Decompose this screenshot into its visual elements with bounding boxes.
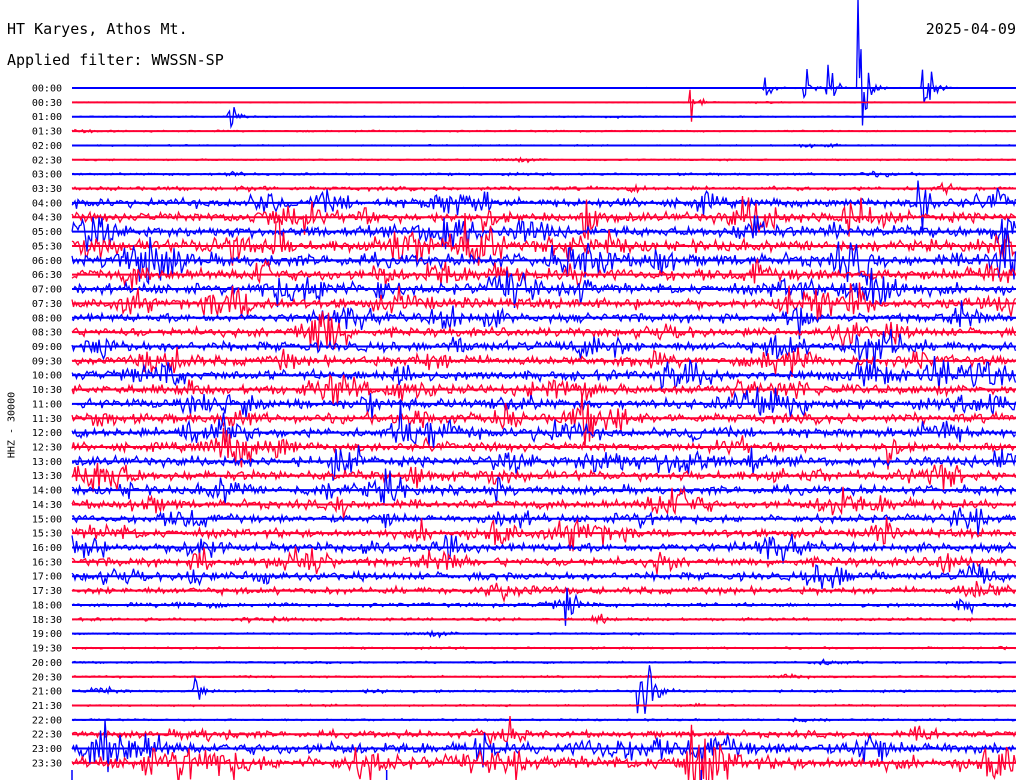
row-time-label: 22:00 xyxy=(32,715,62,726)
trace-row-1930 xyxy=(71,645,1016,651)
trace-row-0230 xyxy=(71,156,1016,164)
row-time-label: 21:30 xyxy=(32,701,62,712)
row-time-label: 02:00 xyxy=(32,141,62,152)
row-time-label: 00:00 xyxy=(32,84,62,95)
row-time-label: 15:30 xyxy=(32,529,62,540)
row-time-label: 00:30 xyxy=(32,98,62,109)
row-time-label: 08:30 xyxy=(32,328,62,339)
row-time-label: 22:30 xyxy=(32,730,62,741)
row-time-label: 01:00 xyxy=(32,112,62,123)
row-time-label: 02:30 xyxy=(32,155,62,166)
trace-row-1630 xyxy=(71,546,1017,575)
row-time-label: 17:30 xyxy=(32,586,62,597)
trace-row-2200 xyxy=(71,717,1016,723)
row-time-label: 10:30 xyxy=(32,385,62,396)
row-time-label: 15:00 xyxy=(32,514,62,525)
row-time-label: 09:30 xyxy=(32,356,62,367)
row-time-label: 11:00 xyxy=(32,399,62,410)
row-time-label: 19:00 xyxy=(32,629,62,640)
row-time-label: 05:00 xyxy=(32,227,62,238)
row-time-label: 20:30 xyxy=(32,672,62,683)
row-time-label: 18:00 xyxy=(32,600,62,611)
row-time-label: 23:30 xyxy=(32,758,62,769)
row-time-label: 16:30 xyxy=(32,557,62,568)
row-time-label: 04:30 xyxy=(32,213,62,224)
trace-row-1900 xyxy=(71,629,1016,639)
row-time-label: 07:00 xyxy=(32,285,62,296)
row-time-label: 14:30 xyxy=(32,500,62,511)
trace-row-0000 xyxy=(71,0,1016,126)
helicorder-plot: 00:00 00:30 01:00 01:30 02:00 02:30 03:00 03:30… xyxy=(32,0,1017,780)
row-time-label: 18:30 xyxy=(32,615,62,626)
row-time-label: 17:00 xyxy=(32,572,62,583)
row-time-label: 16:00 xyxy=(32,543,62,554)
row-time-label: 21:00 xyxy=(32,687,62,698)
row-time-label: 19:30 xyxy=(32,644,62,655)
trace-row-0330 xyxy=(71,181,1016,197)
row-time-label: 13:30 xyxy=(32,471,62,482)
row-time-label: 06:30 xyxy=(32,270,62,281)
row-time-label: 12:00 xyxy=(32,428,62,439)
row-time-label: 04:00 xyxy=(32,198,62,209)
row-time-label: 13:00 xyxy=(32,457,62,468)
row-time-label: 03:00 xyxy=(32,170,62,181)
row-time-label: 20:00 xyxy=(32,658,62,669)
trace-row-1200 xyxy=(71,401,1017,448)
row-time-label: 01:30 xyxy=(32,127,62,138)
row-time-label: 07:30 xyxy=(32,299,62,310)
row-time-label: 09:00 xyxy=(32,342,62,353)
row-time-label: 10:00 xyxy=(32,371,62,382)
row-time-label: 05:30 xyxy=(32,241,62,252)
row-time-label: 08:00 xyxy=(32,313,62,324)
row-time-label: 11:30 xyxy=(32,414,62,425)
row-time-label: 12:30 xyxy=(32,443,62,454)
row-time-label: 23:00 xyxy=(32,744,62,755)
row-time-label: 06:00 xyxy=(32,256,62,267)
row-time-label: 14:00 xyxy=(32,486,62,497)
trace-row-0100 xyxy=(71,107,1016,130)
row-time-label: 03:30 xyxy=(32,184,62,195)
